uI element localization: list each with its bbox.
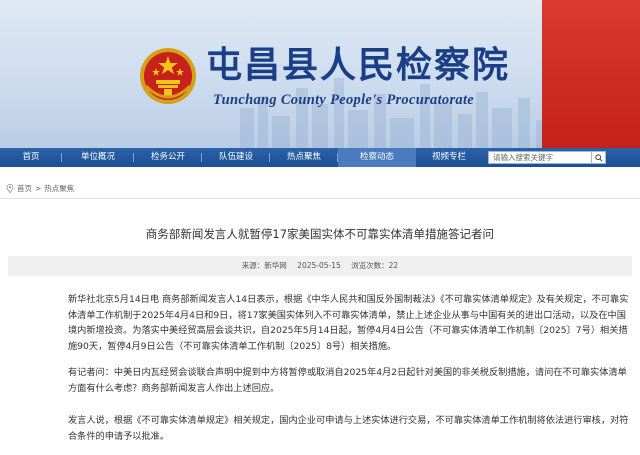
article-views: 浏览次数：22	[351, 261, 399, 270]
article-source: 来源：新华网	[241, 261, 287, 270]
nav-news[interactable]: 检察动态	[338, 148, 416, 167]
search-button[interactable]	[592, 151, 606, 164]
nav-video[interactable]: 视频专栏	[416, 148, 482, 167]
site-banner: 屯昌县人民检察院 Tunchang County People's Procur…	[0, 0, 640, 148]
nav-hot-topics[interactable]: 热点聚焦	[270, 148, 338, 167]
breadcrumb-separator: >	[35, 183, 42, 193]
article-date: 2025-05-15	[297, 261, 341, 270]
search-icon	[594, 153, 603, 162]
main-nav: 首页 单位概况 检务公开 队伍建设 热点聚焦 检察动态 视频专栏 请输入搜索关键…	[0, 148, 640, 167]
site-title: 屯昌县人民检察院	[206, 45, 511, 86]
breadcrumb-current[interactable]: 热点聚焦	[44, 183, 74, 194]
banner-red-accent	[542, 0, 640, 148]
article-paragraph: 新华社北京5月14日电 商务部新闻发言人14日表示，根据《中华人民共和国反外国制…	[68, 294, 629, 352]
search-input[interactable]: 请输入搜索关键字	[488, 151, 592, 164]
site-subtitle: Tunchang County People's Procuratorate	[213, 92, 475, 108]
nav-home[interactable]: 首页	[0, 148, 62, 167]
article-paragraph: 发言人说，根据《不可靠实体清单规定》相关规定，国内企业可申请与上述实体进行交易，…	[68, 415, 629, 442]
breadcrumb-home[interactable]: 首页	[17, 183, 32, 194]
article-title: 商务部新闻发言人就暂停17家美国实体不可靠实体清单措施答记者问	[145, 227, 495, 241]
procuratorate-emblem-icon	[140, 48, 196, 104]
nav-overview[interactable]: 单位概况	[62, 148, 134, 167]
divider	[0, 198, 640, 199]
nav-disclosure[interactable]: 检务公开	[134, 148, 202, 167]
nav-team[interactable]: 队伍建设	[202, 148, 270, 167]
location-pin-icon	[6, 183, 14, 193]
breadcrumb: 首页 > 热点聚焦	[6, 182, 74, 194]
article-meta: 来源：新华网 2025-05-15 浏览次数：22	[8, 256, 632, 276]
article-paragraph: 有记者问：中美日内瓦经贸会谈联合声明中提到中方将暂停或取消自2025年4月2日起…	[68, 367, 627, 394]
